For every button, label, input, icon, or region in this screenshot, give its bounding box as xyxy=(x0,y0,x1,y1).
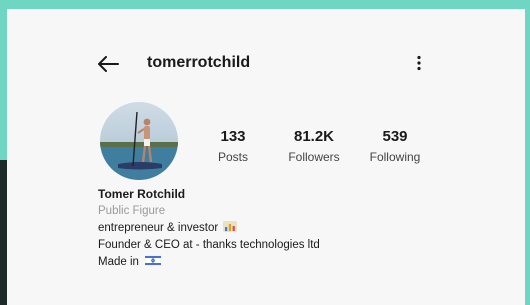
stat-posts[interactable]: 133 Posts xyxy=(193,128,273,164)
posts-label: Posts xyxy=(217,150,248,164)
followers-label: Followers xyxy=(288,150,340,164)
username-title: tomerrotchild xyxy=(147,54,251,71)
profile-photo xyxy=(100,102,178,180)
bio-line: Founder & CEO at - thanks technologies l… xyxy=(98,239,320,251)
back-button[interactable] xyxy=(95,51,121,77)
stat-following[interactable]: 539 Following xyxy=(355,128,435,164)
israel-flag-icon xyxy=(145,255,162,266)
following-count: 539 xyxy=(382,128,408,145)
more-vertical-icon xyxy=(417,55,421,71)
more-options-button[interactable] xyxy=(411,53,427,73)
followers-count: 81.2K xyxy=(293,128,335,145)
bio-text: Made in xyxy=(98,256,139,268)
display-name: Tomer Rotchild xyxy=(98,187,186,201)
category-label: Public Figure xyxy=(98,205,166,217)
bio-text: entrepreneur & investor xyxy=(98,222,219,234)
bio-line: entrepreneur & investor xyxy=(98,220,428,237)
profile-card: tomerrotchild 133 Posts 81.2K Followers … xyxy=(7,9,525,305)
bio-line: Made in xyxy=(98,254,428,271)
stat-followers[interactable]: 81.2K Followers xyxy=(274,128,354,164)
avatar[interactable] xyxy=(100,102,178,180)
posts-count: 133 xyxy=(220,128,246,145)
following-label: Following xyxy=(369,150,421,164)
profile-bio: Tomer Rotchild Public Figure entrepreneu… xyxy=(98,186,428,271)
bar-chart-icon xyxy=(223,221,238,232)
profile-header: tomerrotchild xyxy=(7,9,525,72)
arrow-left-icon xyxy=(98,56,119,72)
